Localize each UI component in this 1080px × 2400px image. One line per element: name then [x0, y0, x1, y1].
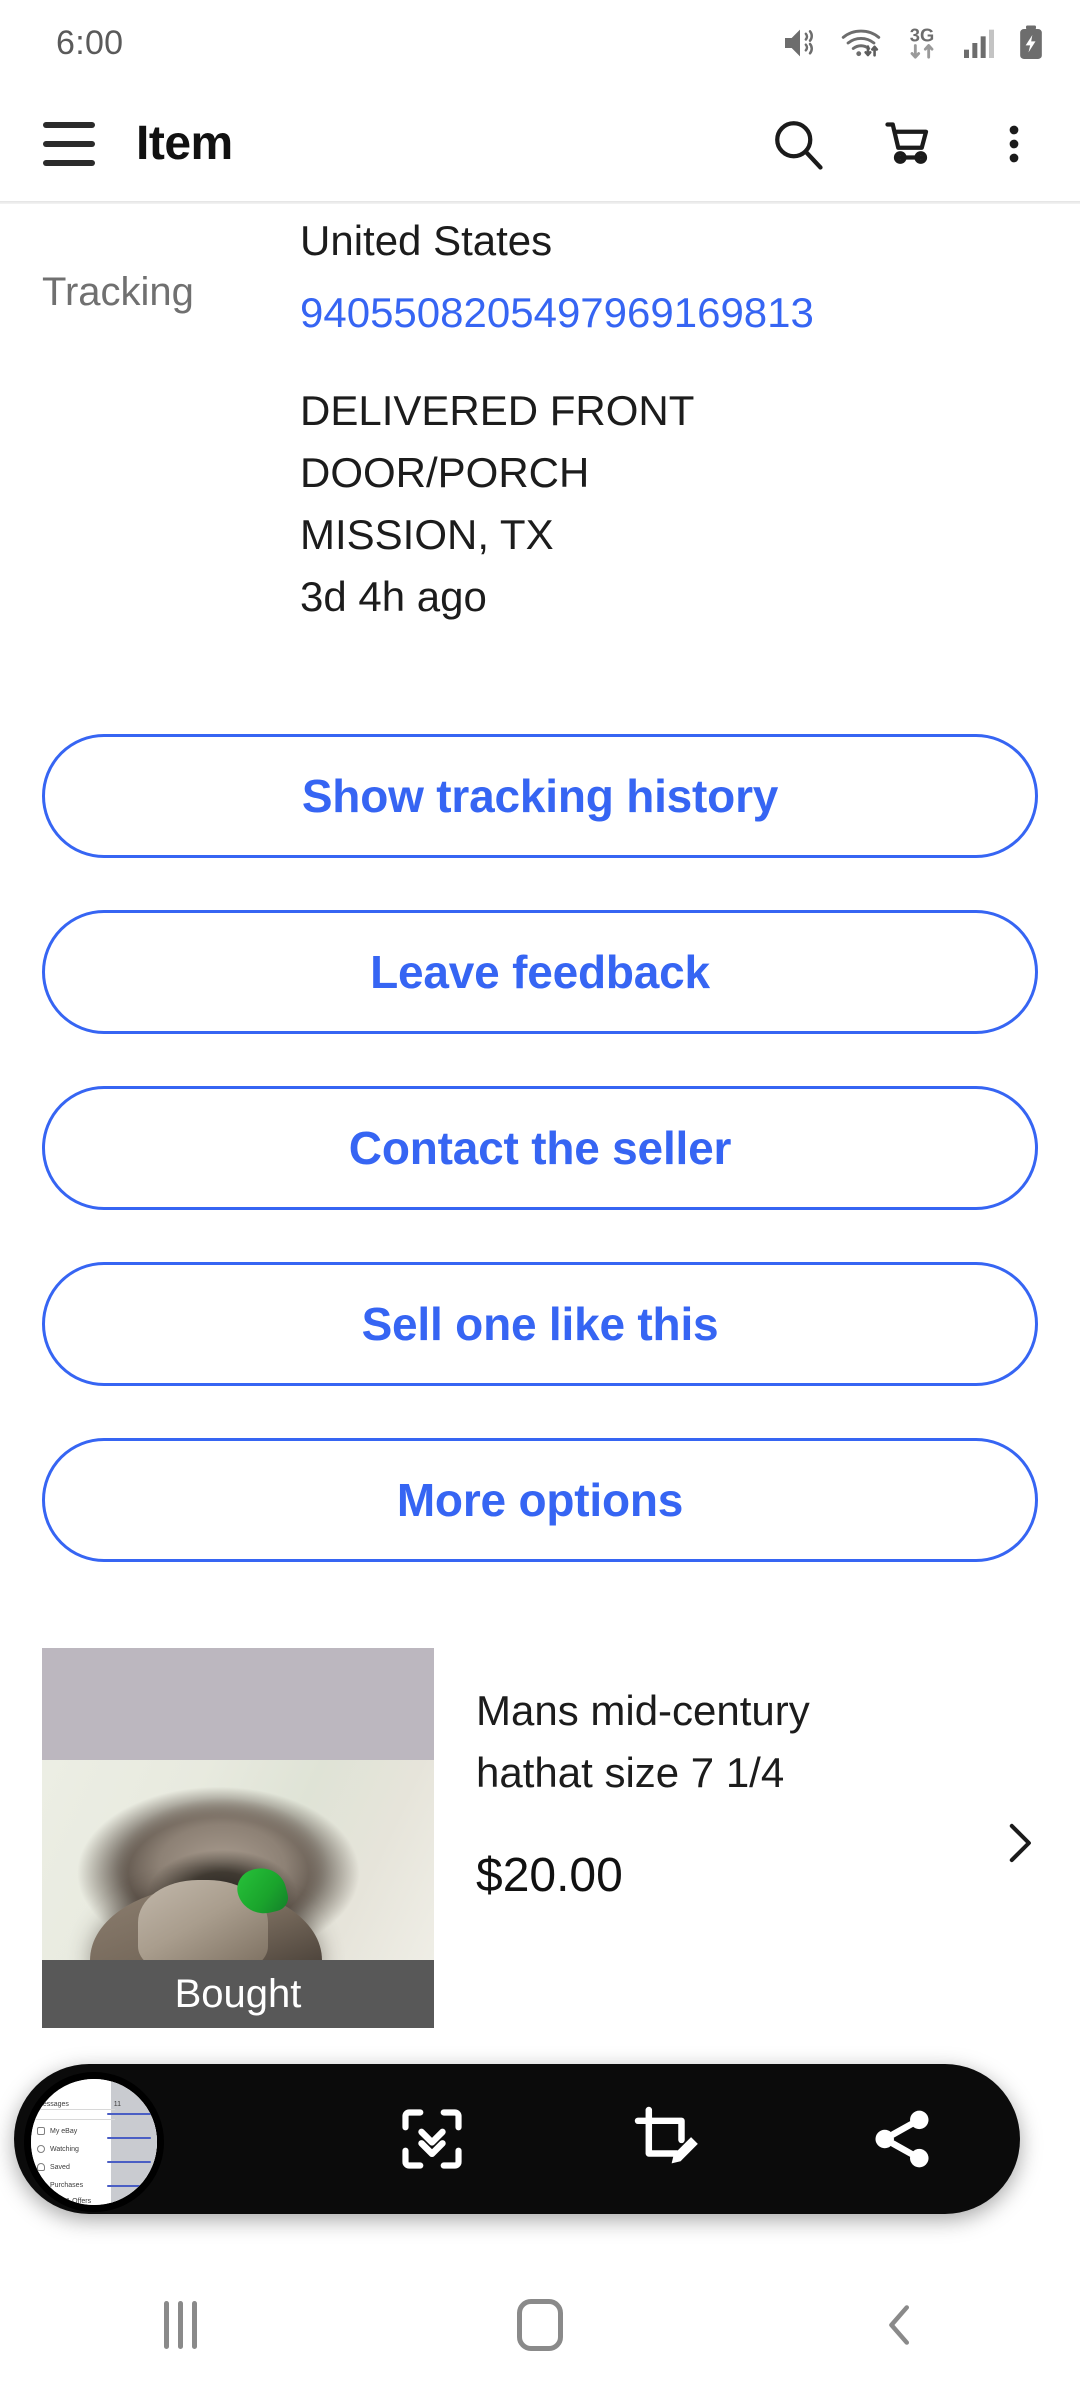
app-bar-actions — [762, 108, 1050, 180]
eye-icon — [37, 2145, 45, 2153]
ebay-icon — [37, 2127, 45, 2135]
tracking-values: United States 9405508205497969169813 DEL… — [300, 204, 1038, 628]
product-price: $20.00 — [476, 1849, 623, 1902]
leave-feedback-button[interactable]: Leave feedback — [42, 910, 1038, 1034]
chevron-right-icon[interactable] — [992, 1816, 1046, 1875]
product-photo — [42, 1760, 434, 2028]
tracking-section: Tracking United States 94055082054979691… — [0, 204, 1080, 628]
search-icon[interactable] — [762, 108, 834, 180]
share-icon[interactable] — [785, 2064, 1020, 2214]
cart-icon[interactable] — [870, 108, 942, 180]
back-chevron-icon — [889, 2305, 909, 2345]
purchased-item-row[interactable]: Bought Mans mid-century hathat size 7 1/… — [0, 1648, 1080, 2028]
status-badge: Bought — [42, 1960, 434, 2028]
contact-seller-button[interactable]: Contact the seller — [42, 1086, 1038, 1210]
status-icon-group: 3G — [780, 23, 1046, 63]
sell-one-like-this-button[interactable]: Sell one like this — [42, 1262, 1038, 1386]
wifi-data-icon — [841, 29, 881, 57]
product-thumbnail: Bought — [42, 1648, 434, 2028]
preview-item-label: My eBay — [50, 2127, 78, 2135]
crop-edit-icon[interactable] — [549, 2064, 784, 2214]
nav-recents-button[interactable] — [0, 2250, 360, 2400]
tracking-label: Tracking — [42, 270, 194, 314]
product-info: Mans mid-century hathat size 7 1/4 $20.0… — [434, 1648, 1038, 2028]
screenshot-toolbar — [14, 2064, 1020, 2214]
scroll-capture-icon[interactable] — [314, 2064, 549, 2214]
screenshot-preview-content: Messages 11 My eBay Watching Saved Purch… — [31, 2079, 157, 2205]
tracking-status: DELIVERED FRONT DOOR/PORCH MISSION, TX 3… — [300, 380, 820, 628]
signal-bars-icon — [964, 29, 994, 58]
tracking-status-time: 3d 4h ago — [300, 573, 487, 620]
preview-item-label: Bids & Offers — [50, 2197, 92, 2205]
nav-back-button[interactable] — [720, 2250, 1080, 2400]
more-options-button[interactable]: More options — [42, 1438, 1038, 1562]
ship-to-country: United States — [300, 217, 553, 264]
android-nav-bar — [0, 2250, 1080, 2400]
hamburger-menu-icon[interactable] — [36, 111, 102, 177]
preview-item-label: Messages — [37, 2101, 69, 2108]
tracking-status-line: MISSION, TX — [300, 511, 554, 558]
status-bar: 6:00 3G — [0, 0, 1080, 86]
preview-badge: 11 — [113, 2101, 121, 2108]
preview-item-label: Saved — [50, 2163, 70, 2171]
status-clock: 6:00 — [56, 23, 124, 62]
mute-vibrate-icon — [785, 29, 813, 57]
svg-text:3G: 3G — [910, 24, 934, 45]
battery-charging-icon — [1020, 25, 1042, 59]
preview-item-label: Purchases — [50, 2181, 84, 2189]
tracking-status-line: DOOR/PORCH — [300, 449, 590, 496]
screenshot-preview-thumbnail[interactable]: Messages 11 My eBay Watching Saved Purch… — [24, 2072, 164, 2212]
preview-item-label: Watching — [50, 2145, 79, 2153]
phone-screen: 6:00 3G Item Tracking United States 9405… — [0, 0, 1080, 2400]
action-button-list: Show tracking history Leave feedback Con… — [0, 734, 1080, 1562]
app-bar: Item — [0, 86, 1080, 201]
3g-data-icon: 3G — [910, 24, 934, 59]
recents-icon — [163, 2301, 197, 2349]
nav-home-button[interactable] — [360, 2250, 720, 2400]
preview-right-panel — [107, 2079, 157, 2205]
product-title: Mans mid-century hathat size 7 1/4 — [476, 1687, 810, 1796]
bag-icon — [37, 2181, 45, 2189]
tag-icon — [37, 2197, 45, 2205]
heart-icon — [37, 2163, 45, 2171]
page-title: Item — [136, 117, 233, 170]
tracking-number-link[interactable]: 9405508205497969169813 — [300, 282, 840, 344]
home-icon — [517, 2299, 563, 2351]
show-tracking-history-button[interactable]: Show tracking history — [42, 734, 1038, 858]
item-detail-content: Tracking United States 94055082054979691… — [0, 204, 1080, 2028]
tracking-status-line: DELIVERED FRONT — [300, 387, 695, 434]
overflow-menu-icon[interactable] — [978, 108, 1050, 180]
